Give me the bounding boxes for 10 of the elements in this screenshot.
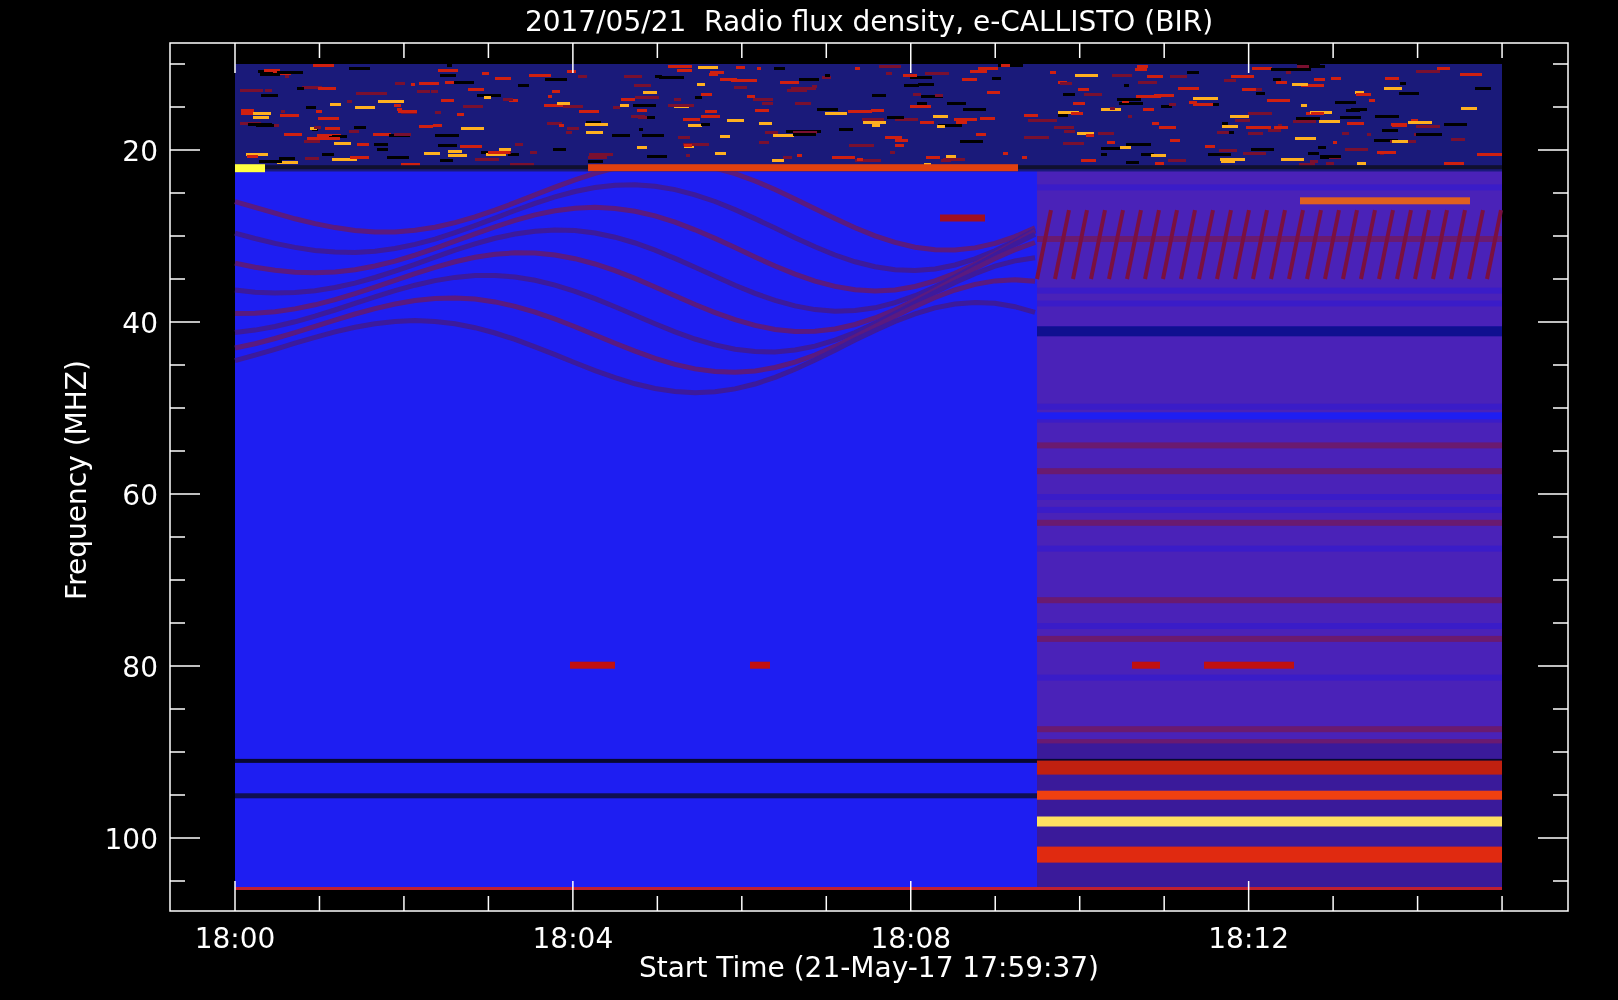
y-tick-label: 20: [122, 135, 158, 168]
y-tick-label: 40: [122, 307, 158, 340]
chart-title: 2017/05/21 Radio flux density, e-CALLISTO (BIR): [524, 5, 1214, 38]
y-tick-label: 60: [122, 479, 158, 512]
y-tick-label: 80: [122, 651, 158, 684]
y-tick-label: 100: [104, 823, 158, 856]
x-tick-label: 18:12: [1208, 922, 1289, 955]
x-tick-label: 18:04: [532, 922, 614, 955]
y-axis-title: Frequency (MHZ): [60, 360, 93, 600]
x-tick-label: 18:00: [194, 922, 276, 955]
